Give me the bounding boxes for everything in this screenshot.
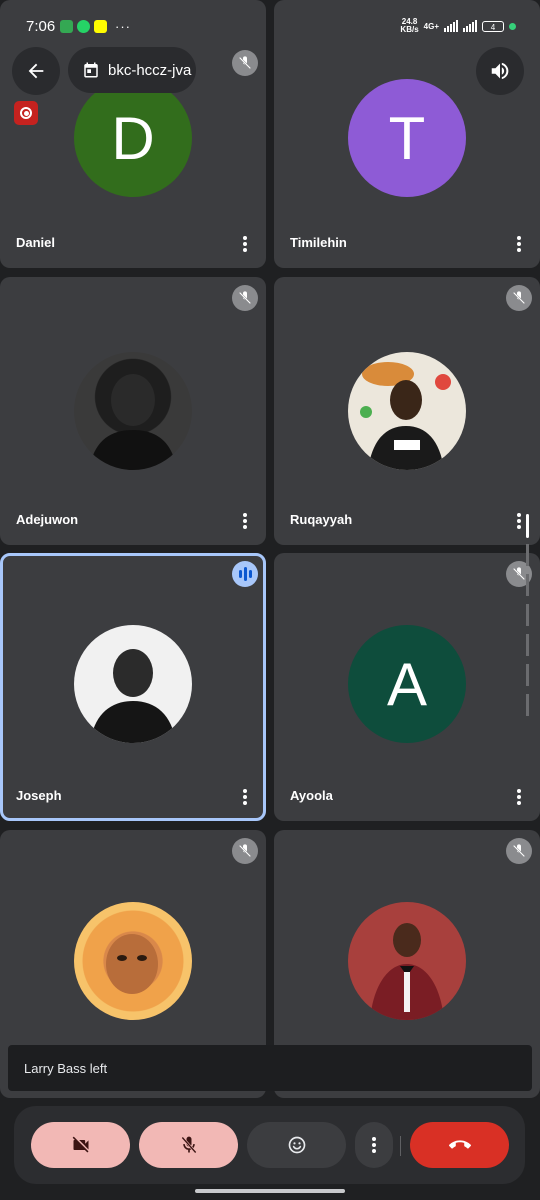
more-options-button[interactable] [355,1122,393,1168]
participant-name: Adejuwon [16,512,79,527]
more-options-icon[interactable] [516,236,522,252]
meeting-info-button[interactable]: bkc-hccz-jva [68,47,196,93]
camera-toggle-button[interactable] [31,1122,130,1168]
person-photo-icon [90,649,176,743]
record-icon [20,107,32,119]
profile-photo [348,352,466,470]
home-indicator[interactable] [195,1189,345,1193]
network-type: 4G+ [423,21,439,31]
participant-tile-active-speaker[interactable]: Joseph [0,553,266,821]
volume-icon [491,62,509,80]
scrollbar-thumb[interactable] [526,514,529,538]
more-vert-icon [371,1137,377,1153]
call-controls-bar [14,1106,525,1184]
mic-off-icon [506,285,532,311]
more-options-icon[interactable] [242,236,248,252]
snapchat-icon [94,20,107,33]
battery-icon: 4 [482,20,504,32]
whatsapp-icon [77,20,90,33]
participant-tile[interactable]: Ruqayyah [274,277,540,545]
audio-output-button[interactable] [476,47,524,95]
avatar: T [348,79,466,197]
mic-off-icon [232,50,258,76]
more-options-icon[interactable] [516,513,522,529]
call-end-icon [448,1140,471,1149]
profile-photo [74,352,192,470]
meet-app-icon [60,20,73,33]
participant-name: Daniel [16,235,56,250]
network-speed: 24.8 KB/s [400,17,419,34]
person-photo-icon [106,934,158,994]
back-button[interactable] [12,47,60,95]
meeting-code: bkc-hccz-jva [108,61,192,79]
participant-name: Timilehin [290,235,347,250]
leave-call-button[interactable] [410,1122,509,1168]
mic-off-icon [506,838,532,864]
mic-off-icon [232,285,258,311]
clock: 7:06 [26,18,56,35]
privacy-indicator-icon [509,22,516,30]
divider [400,1136,401,1156]
snackbar-message: Larry Bass left [24,1060,108,1076]
more-options-icon[interactable] [516,789,522,805]
calendar-icon [84,62,98,78]
microphone-toggle-button[interactable] [139,1122,238,1168]
avatar: D [74,79,192,197]
mic-off-icon [180,1136,197,1154]
avatar: A [348,625,466,743]
emoji-icon [288,1136,305,1154]
more-notifications-icon: ··· [115,19,131,34]
snackbar: Larry Bass left [8,1045,532,1091]
speaking-indicator-icon [232,561,258,587]
profile-photo [74,902,192,1020]
scrollbar-track[interactable] [526,514,529,719]
arrow-back-icon [28,63,44,79]
participant-tile[interactable]: Adejuwon [0,277,266,545]
more-options-icon[interactable] [242,513,248,529]
person-photo-icon [370,923,444,1020]
more-options-icon[interactable] [242,789,248,805]
participant-name: Ayoola [290,788,333,803]
participant-name: Ruqayyah [290,512,353,527]
status-bar: 7:06 ··· 24.8 KB/s 4G+ 4 [0,0,540,50]
videocam-off-icon [72,1136,88,1153]
person-photo-icon [360,362,451,470]
notification-icons: ··· [60,19,131,34]
participant-name: Joseph [16,788,62,803]
profile-photo [348,902,466,1020]
person-silhouette-icon [89,374,177,470]
recording-indicator [14,101,38,125]
participant-tile[interactable]: A Ayoola [274,553,540,821]
mic-off-icon [232,838,258,864]
signal-icon-2 [463,20,477,32]
reactions-button[interactable] [247,1122,346,1168]
signal-icon [444,20,458,32]
profile-photo [74,625,192,743]
